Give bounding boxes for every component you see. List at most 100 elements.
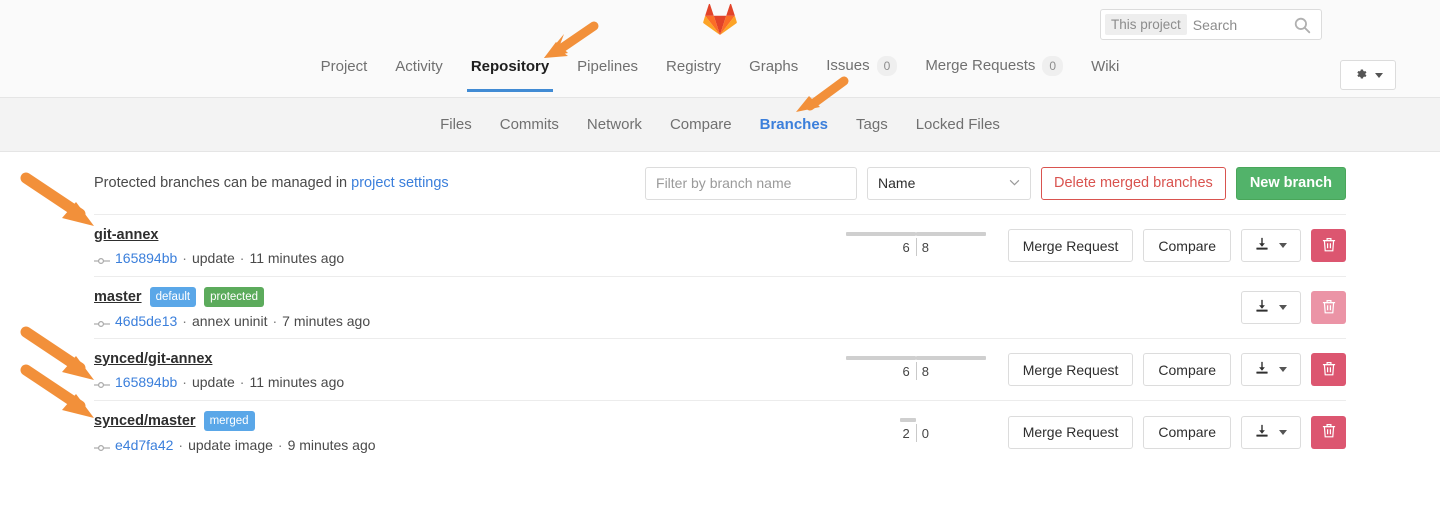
issues-count-badge: 0 — [876, 56, 898, 76]
commit-sha-link[interactable]: 165894bb — [115, 250, 177, 266]
nav-item-issues[interactable]: Issues 0 — [812, 56, 911, 92]
branch-list: git-annex 165894bb · update · 11 minutes… — [94, 214, 1346, 463]
separator-dot: · — [239, 373, 245, 390]
sort-dropdown[interactable]: Name — [867, 166, 1032, 200]
nav-item-activity[interactable]: Activity — [381, 58, 457, 92]
commit-sha-link[interactable]: e4d7fa42 — [115, 437, 173, 453]
branch-name-link[interactable]: synced/git-annex — [94, 350, 212, 368]
global-search[interactable]: This project — [1100, 9, 1322, 40]
download-icon — [1255, 361, 1269, 378]
branch-row-synced-git-annex: synced/git-annex 165894bb · update · 11 … — [94, 339, 1346, 401]
gitlab-logo-icon[interactable] — [703, 3, 737, 36]
branch-name-link[interactable]: git-annex — [94, 226, 158, 244]
subnav-item-compare[interactable]: Compare — [656, 116, 746, 133]
divergence-counts: 6 8 — [846, 364, 986, 379]
branch-info: synced/master merged e4d7fa42 · update i… — [94, 411, 376, 453]
download-icon — [1255, 237, 1269, 254]
subnav-item-tags[interactable]: Tags — [842, 116, 902, 133]
delete-branch-button[interactable] — [1311, 353, 1346, 386]
branch-actions: 6 8 Merge Request Compare — [845, 229, 1346, 263]
divergence-graph: 6 8 — [845, 353, 986, 387]
commit-time: 11 minutes ago — [249, 249, 345, 266]
download-dropdown-button[interactable] — [1241, 229, 1301, 262]
trash-icon — [1322, 361, 1336, 379]
chevron-down-icon — [1279, 367, 1287, 372]
branch-row-master: master default protected 46d5de13 · anne… — [94, 277, 1346, 339]
search-scope-label: This project — [1105, 14, 1187, 35]
search-input[interactable] — [1186, 15, 1293, 34]
merge-request-button[interactable]: Merge Request — [1007, 415, 1134, 449]
branch-name-link[interactable]: synced/master — [94, 412, 196, 430]
commit-icon — [94, 440, 110, 452]
commit-message: update — [191, 373, 235, 390]
merge-request-button[interactable]: Merge Request — [1007, 229, 1134, 262]
subnav-item-commits[interactable]: Commits — [486, 116, 573, 133]
nav-item-wiki[interactable]: Wiki — [1077, 58, 1133, 92]
separator-dot: · — [182, 373, 187, 390]
commit-icon — [94, 316, 110, 327]
nav-label: Activity — [395, 58, 443, 75]
branch-actions: 2 0 Merge Request Compare — [846, 415, 1346, 449]
top-navbar: This project Project Activity Repository — [0, 0, 1440, 98]
subnav-item-locked-files[interactable]: Locked Files — [902, 116, 1014, 133]
divergence-ahead-count: 0 — [921, 426, 929, 441]
commit-time: 11 minutes ago — [249, 373, 345, 390]
commit-time: 7 minutes ago — [282, 312, 371, 329]
nav-item-repository[interactable]: Repository — [457, 58, 563, 92]
badge-default: default — [149, 286, 197, 307]
nav-label: Merge Requests — [925, 57, 1036, 74]
branch-name-link[interactable]: master — [94, 288, 142, 306]
subnav-item-branches[interactable]: Branches — [746, 116, 842, 133]
compare-button[interactable]: Compare — [1143, 415, 1231, 449]
subnav-item-network[interactable]: Network — [573, 116, 656, 133]
nav-item-pipelines[interactable]: Pipelines — [563, 58, 652, 92]
commit-icon — [94, 377, 110, 388]
chevron-down-icon — [1009, 177, 1020, 189]
branch-row-git-annex: git-annex 165894bb · update · 11 minutes… — [94, 215, 1346, 277]
separator-dot: · — [182, 249, 187, 266]
delete-branch-button[interactable] — [1311, 415, 1346, 449]
branches-page-content: Protected branches can be managed in pro… — [0, 152, 1440, 463]
nav-label: Wiki — [1091, 58, 1120, 75]
branch-title: master default protected — [94, 286, 370, 307]
nav-item-graphs[interactable]: Graphs — [735, 58, 812, 92]
nav-item-registry[interactable]: Registry — [652, 58, 735, 92]
nav-item-merge-requests[interactable]: Merge Requests 0 — [911, 56, 1077, 92]
divergence-behind-count: 2 — [902, 426, 910, 441]
divergence-bar-behind — [900, 418, 916, 422]
compare-button[interactable]: Compare — [1143, 229, 1231, 262]
nav-label: Registry — [666, 58, 722, 75]
divergence-behind-count: 6 — [902, 239, 910, 255]
commit-sha-link[interactable]: 46d5de13 — [115, 313, 177, 329]
download-dropdown-button[interactable] — [1241, 353, 1301, 386]
branch-info: git-annex 165894bb · update · 11 minutes… — [94, 226, 344, 266]
delete-merged-branches-button[interactable]: Delete merged branches — [1041, 166, 1226, 200]
divergence-ahead-count: 8 — [921, 239, 929, 255]
divergence-graph: 6 8 — [845, 229, 986, 263]
separator-dot: · — [178, 437, 184, 453]
download-dropdown-button[interactable] — [1241, 415, 1301, 449]
download-dropdown-button[interactable] — [1241, 291, 1301, 324]
nav-label: Project — [320, 58, 368, 75]
merge-request-button[interactable]: Merge Request — [1007, 353, 1134, 386]
chevron-down-icon — [1279, 429, 1287, 435]
commit-icon — [94, 253, 110, 264]
new-branch-button[interactable]: New branch — [1235, 166, 1346, 200]
branch-meta: 165894bb · update · 11 minutes ago — [94, 374, 344, 390]
divergence-counts: 6 8 — [846, 240, 986, 255]
nav-item-project[interactable]: Project — [307, 58, 382, 92]
delete-branch-button[interactable] — [1311, 229, 1346, 262]
branch-meta: e4d7fa42 · update image · 9 minutes ago — [94, 437, 376, 453]
branch-actions — [1241, 291, 1346, 324]
toolbar-actions: Name Delete merged branches New branch — [645, 166, 1346, 200]
separator-dot: · — [272, 312, 278, 329]
branch-filter-input[interactable] — [645, 166, 858, 200]
subnav-item-files[interactable]: Files — [426, 116, 486, 133]
commit-sha-link[interactable]: 165894bb — [115, 374, 177, 390]
repository-subnavigation: Files Commits Network Compare Branches T… — [0, 98, 1440, 152]
sort-dropdown-value: Name — [878, 175, 916, 191]
project-settings-link[interactable]: project settings — [351, 175, 449, 191]
compare-button[interactable]: Compare — [1143, 353, 1231, 386]
separator-dot: · — [182, 312, 187, 329]
commit-time: 9 minutes ago — [287, 437, 376, 453]
